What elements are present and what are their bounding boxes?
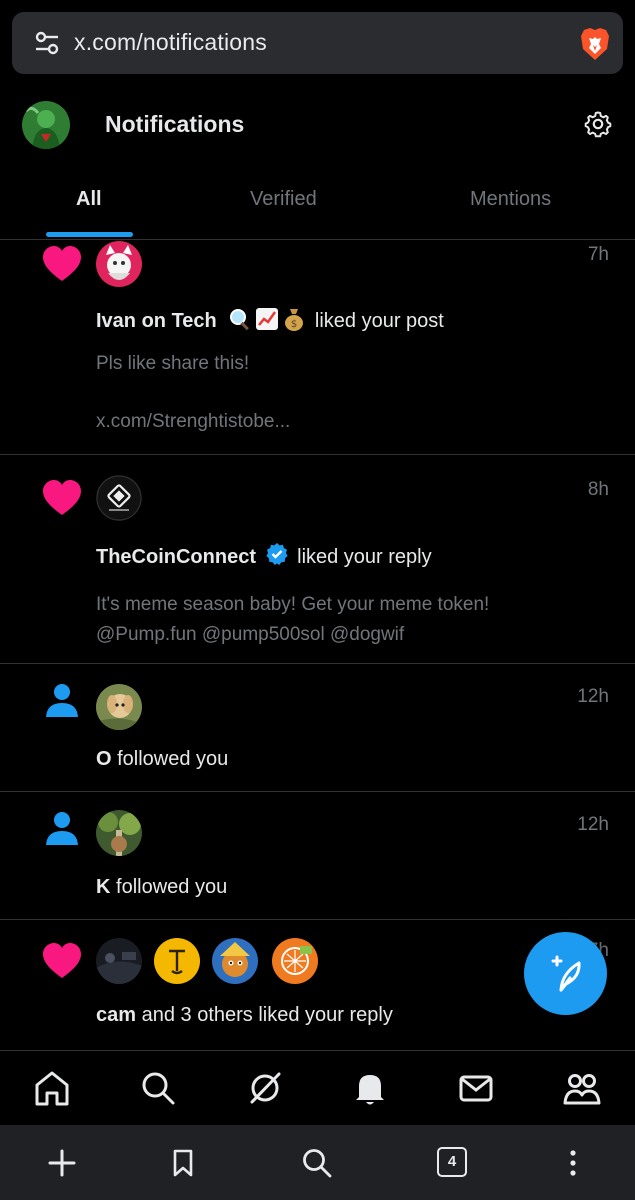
- person-follow-icon: [46, 684, 78, 717]
- post-preview-line: x.com/Strenghtistobe...: [96, 411, 291, 432]
- browser-toolbar: 4: [0, 1125, 635, 1200]
- user-avatar[interactable]: [212, 938, 258, 984]
- user-avatar[interactable]: [96, 810, 142, 856]
- messages-icon[interactable]: [457, 1069, 495, 1107]
- post-preview[interactable]: Pls like share this! x.com/Strenghtistob…: [96, 349, 290, 437]
- user-name[interactable]: K: [96, 876, 110, 898]
- address-bar[interactable]: x.com/notifications: [12, 12, 623, 74]
- notification-action: liked your reply: [291, 546, 432, 568]
- user-avatar[interactable]: [96, 475, 142, 521]
- timestamp: 7h: [587, 244, 609, 265]
- user-avatar[interactable]: [272, 938, 318, 984]
- profile-avatar[interactable]: [22, 101, 70, 149]
- notifications-bell-icon[interactable]: [351, 1069, 389, 1107]
- timestamp: 8h: [587, 479, 609, 500]
- user-name[interactable]: TheCoinConnect: [96, 546, 256, 568]
- compose-feather-icon: [551, 955, 581, 992]
- home-icon[interactable]: [33, 1069, 71, 1107]
- url-text[interactable]: x.com/notifications: [74, 29, 267, 56]
- svg-text:$: $: [291, 319, 297, 330]
- user-avatar[interactable]: [154, 938, 200, 984]
- notifications-feed[interactable]: 7h Ivan on Tech $ liked your post Pls li…: [0, 241, 635, 1051]
- compose-post-button[interactable]: [524, 932, 607, 1015]
- user-name[interactable]: Ivan on Tech: [96, 310, 217, 332]
- notification-text: cam and 3 others liked your reply: [96, 1004, 393, 1027]
- money-bag-emoji-icon: $: [285, 309, 304, 331]
- tab-verified[interactable]: Verified: [250, 188, 317, 211]
- tab-all[interactable]: All: [76, 188, 102, 211]
- notification-text: TheCoinConnect liked your reply: [96, 542, 432, 569]
- post-preview[interactable]: It's meme season baby! Get your meme tok…: [96, 590, 489, 650]
- more-menu-icon[interactable]: [557, 1147, 589, 1179]
- tab-mentions[interactable]: Mentions: [470, 188, 551, 211]
- person-follow-icon: [46, 812, 78, 845]
- user-avatar[interactable]: [96, 241, 142, 287]
- bottom-navigation: [0, 1050, 635, 1125]
- post-preview-line: [96, 379, 290, 407]
- tabs-switcher-icon[interactable]: 4: [437, 1147, 467, 1177]
- heart-icon: [43, 943, 81, 978]
- notification-text: O followed you: [96, 748, 228, 771]
- notification-text: K followed you: [96, 876, 227, 899]
- site-settings-icon[interactable]: [34, 30, 60, 56]
- page-title: Notifications: [105, 111, 245, 137]
- chart-up-emoji-icon: [256, 308, 279, 330]
- communities-icon[interactable]: [563, 1069, 601, 1107]
- notification-item[interactable]: 8h TheCoinConnect liked your reply It's …: [0, 455, 635, 664]
- notification-action: followed you: [111, 748, 229, 770]
- user-avatar[interactable]: [96, 938, 142, 984]
- magnifier-emoji-icon: [230, 309, 250, 331]
- notification-action: followed you: [110, 876, 228, 898]
- post-preview-line: It's meme season baby! Get your meme tok…: [96, 594, 490, 615]
- notification-item[interactable]: 7h Ivan on Tech $ liked your post Pls li…: [0, 241, 635, 455]
- timestamp: 12h: [577, 686, 609, 707]
- notification-text: Ivan on Tech $ liked your post: [96, 307, 444, 333]
- active-tab-indicator: [46, 232, 133, 237]
- bookmark-icon[interactable]: [167, 1147, 199, 1179]
- user-name[interactable]: O: [96, 748, 112, 770]
- browser-top-bar: x.com/notifications: [0, 0, 635, 88]
- timestamp: 12h: [577, 814, 609, 835]
- post-preview-line: @Pump.fun @pump500sol @dogwif: [96, 624, 405, 645]
- user-avatar[interactable]: [96, 684, 142, 730]
- new-tab-plus-icon[interactable]: [46, 1147, 78, 1179]
- notification-action: liked your post: [309, 310, 444, 332]
- user-name[interactable]: cam: [96, 1004, 136, 1026]
- heart-icon: [43, 480, 81, 515]
- notification-action: and 3 others liked your reply: [136, 1004, 393, 1026]
- search-icon[interactable]: [301, 1147, 333, 1179]
- notification-item[interactable]: 12h K followed you: [0, 792, 635, 920]
- post-preview-line: Pls like share this!: [96, 353, 250, 374]
- notifications-header: Notifications All Verified Mentions: [0, 88, 635, 240]
- search-icon[interactable]: [139, 1069, 177, 1107]
- verified-badge-icon: [265, 543, 288, 565]
- notification-item[interactable]: 12h O followed you: [0, 664, 635, 792]
- heart-icon: [43, 246, 81, 281]
- brave-shields-icon[interactable]: [579, 27, 611, 61]
- settings-gear-icon[interactable]: [584, 110, 612, 138]
- grok-icon[interactable]: [246, 1069, 284, 1107]
